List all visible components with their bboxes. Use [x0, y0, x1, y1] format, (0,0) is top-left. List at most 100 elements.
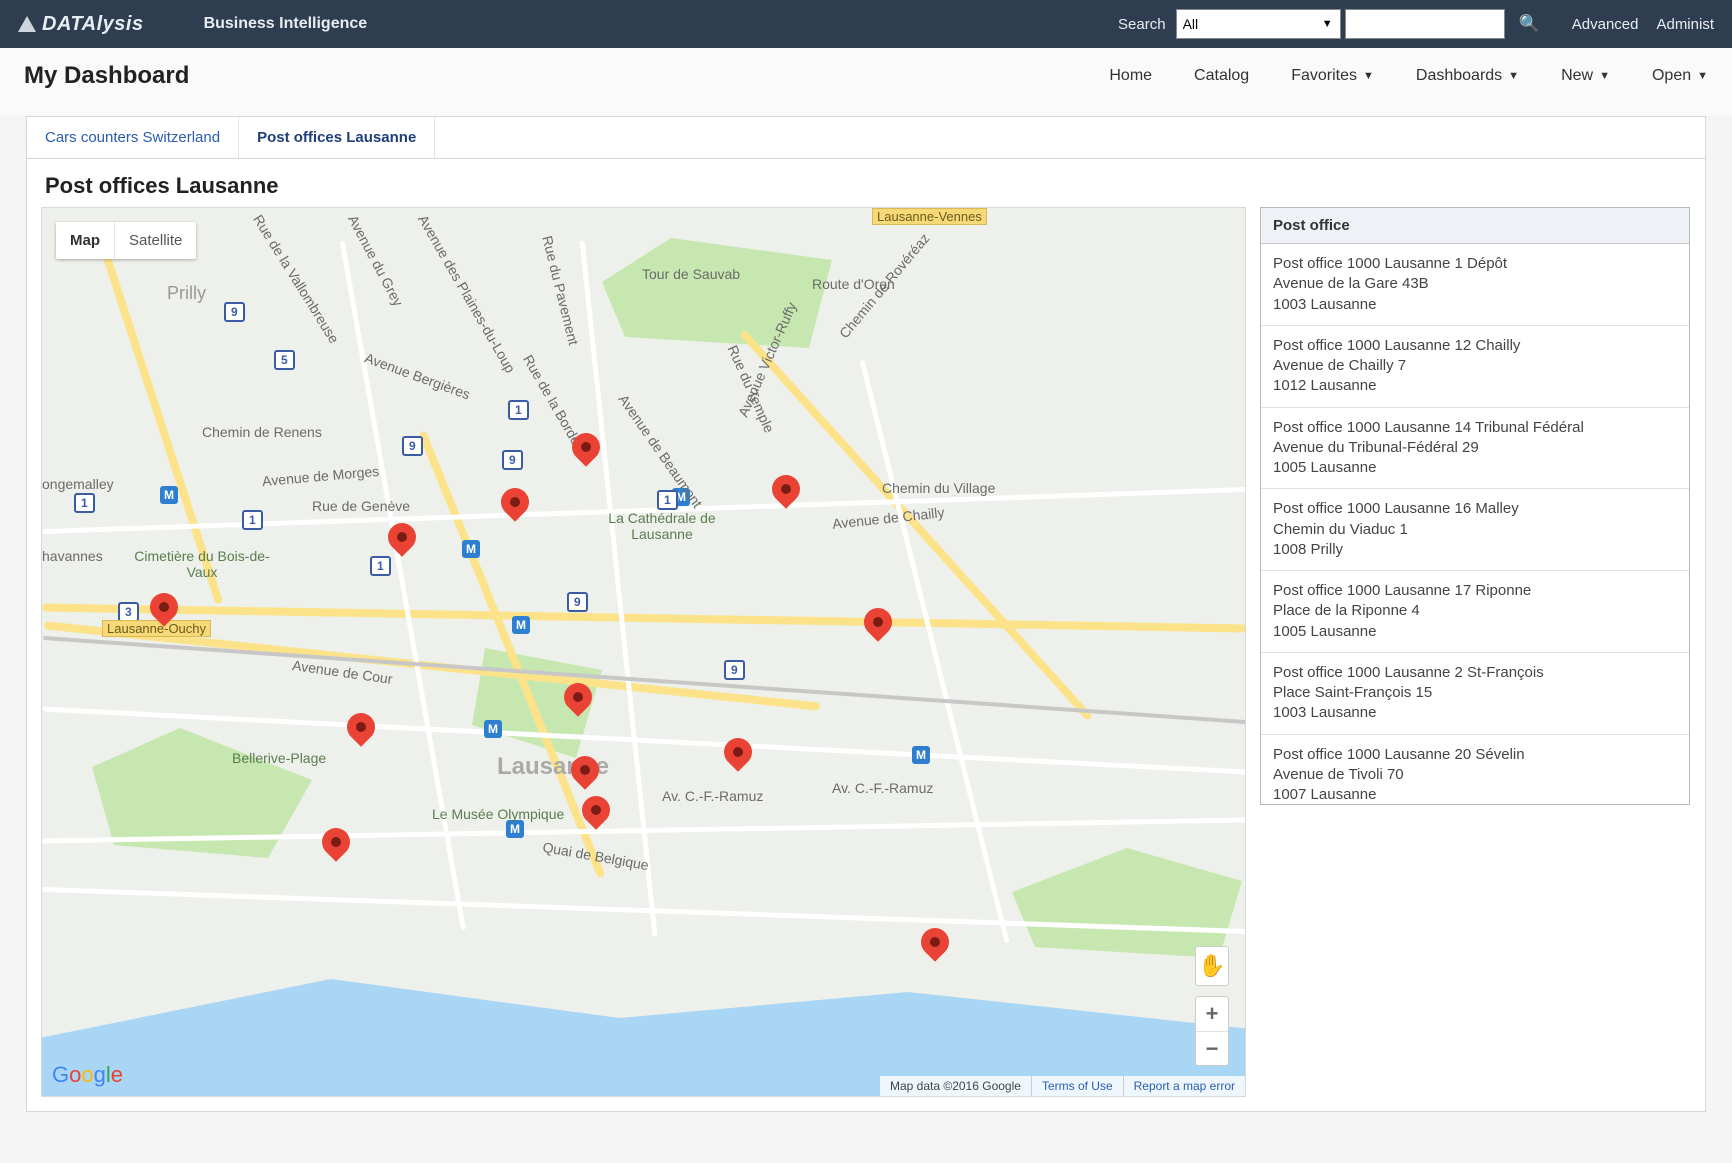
road-av-plaines: Avenue des Plaines-du-Loup: [415, 212, 519, 375]
map-pin[interactable]: [864, 608, 892, 650]
map-data-text: Map data ©2016 Google: [880, 1076, 1031, 1096]
map-pin[interactable]: [772, 475, 800, 517]
highway-shield: 9: [567, 592, 588, 612]
road-av-chailly: Avenue de Chailly: [831, 504, 945, 532]
road: [739, 329, 1093, 721]
po-city: 1007 Lausanne: [1273, 785, 1677, 804]
po-street: Avenue de la Gare 43B: [1273, 274, 1677, 294]
map-pin[interactable]: [150, 593, 178, 635]
poi-cimetiere: Cimetière du Bois-de-Vaux: [132, 548, 272, 580]
tab-post-offices[interactable]: Post offices Lausanne: [239, 117, 435, 158]
highway-shield: 1: [74, 493, 95, 513]
search-icon[interactable]: 🔍: [1519, 14, 1540, 34]
map-pin[interactable]: [501, 488, 529, 530]
nav-open[interactable]: Open▼: [1652, 67, 1708, 85]
highway-shield: 9: [502, 450, 523, 470]
list-item[interactable]: Post office 1000 Lausanne 1 DépôtAvenue …: [1261, 244, 1689, 326]
map-pin[interactable]: [572, 433, 600, 475]
metro-icon: [160, 486, 178, 504]
pegman-icon[interactable]: ✋: [1195, 946, 1229, 986]
po-name: Post office 1000 Lausanne 12 Chailly: [1273, 336, 1677, 356]
nav-favorites[interactable]: Favorites▼: [1291, 67, 1374, 85]
map-pin[interactable]: [921, 928, 949, 970]
administration-link[interactable]: Administ: [1656, 16, 1714, 33]
road-rue-geneve: Rue de Genève: [312, 498, 410, 514]
road: [42, 603, 1246, 632]
map-pin[interactable]: [564, 683, 592, 725]
dashboard-tabs: Cars counters Switzerland Post offices L…: [26, 116, 1706, 158]
map-pin[interactable]: [388, 523, 416, 565]
road-cf-ramuz-2: Av. C.-F.-Ramuz: [832, 780, 933, 796]
list-item[interactable]: Post office 1000 Lausanne 2 St-FrançoisP…: [1261, 653, 1689, 735]
po-street: Place Saint-François 15: [1273, 683, 1677, 703]
nav-label: Dashboards: [1416, 67, 1502, 85]
map-type-satellite[interactable]: Satellite: [114, 222, 196, 259]
panel-title: Post offices Lausanne: [45, 173, 1691, 199]
road-ch-village: Chemin du Village: [882, 480, 995, 496]
poi-bellerive: Bellerive-Plage: [232, 750, 326, 766]
nav-home[interactable]: Home: [1109, 67, 1152, 85]
caret-down-icon: ▼: [1363, 70, 1374, 82]
search-label: Search: [1118, 16, 1166, 33]
metro-icon: [506, 820, 524, 838]
list-header: Post office: [1261, 208, 1689, 244]
po-name: Post office 1000 Lausanne 17 Riponne: [1273, 581, 1677, 601]
po-name: Post office 1000 Lausanne 16 Malley: [1273, 499, 1677, 519]
highway-lausanne-vennes: Lausanne-Vennes: [872, 208, 987, 225]
highway-shield: 5: [274, 350, 295, 370]
map-pin[interactable]: [724, 738, 752, 780]
road-ch-renens: Chemin de Renens: [202, 424, 322, 440]
secondary-nav: My Dashboard Home Catalog Favorites▼ Das…: [0, 48, 1732, 116]
triangle-icon: [18, 16, 36, 32]
road: [860, 360, 1010, 943]
list-item[interactable]: Post office 1000 Lausanne 12 ChaillyAven…: [1261, 326, 1689, 408]
map-pin[interactable]: [322, 828, 350, 870]
park: [602, 238, 832, 348]
map-type-map[interactable]: Map: [56, 222, 114, 259]
search-scope-select[interactable]: All: [1176, 9, 1341, 39]
nav-label: New: [1561, 67, 1593, 85]
caret-down-icon: ▼: [1599, 70, 1610, 82]
list-item[interactable]: Post office 1000 Lausanne 17 RiponnePlac…: [1261, 571, 1689, 653]
road-r-pavement: Rue du Pavement: [539, 234, 582, 347]
caret-down-icon: ▼: [1697, 70, 1708, 82]
nav-catalog[interactable]: Catalog: [1194, 67, 1249, 85]
zoom-in-button[interactable]: +: [1196, 997, 1228, 1031]
terms-link[interactable]: Terms of Use: [1042, 1079, 1113, 1093]
nav-new[interactable]: New ▼: [1561, 67, 1610, 85]
zoom-control: + −: [1195, 996, 1229, 1066]
po-street: Chemin du Viaduc 1: [1273, 520, 1677, 540]
po-street: Avenue du Tribunal-Fédéral 29: [1273, 438, 1677, 458]
zoom-out-button[interactable]: −: [1196, 1031, 1228, 1065]
map-pin[interactable]: [582, 796, 610, 838]
highway-shield: 9: [724, 660, 745, 680]
road-r-vallombreuse: Rue de la Vallombreuse: [250, 212, 342, 346]
po-name: Post office 1000 Lausanne 20 Sévelin: [1273, 745, 1677, 765]
po-city: 1005 Lausanne: [1273, 458, 1677, 478]
map-canvas[interactable]: Map Satellite Lausanne Prilly Tour de Sa…: [41, 207, 1246, 1097]
map-pin[interactable]: [347, 713, 375, 755]
brand-logo[interactable]: DATAlysis: [18, 13, 144, 36]
po-street: Avenue de Tivoli 70: [1273, 765, 1677, 785]
rail: [43, 636, 1245, 724]
page-title: My Dashboard: [24, 62, 189, 90]
list-item[interactable]: Post office 1000 Lausanne 16 MalleyChemi…: [1261, 489, 1689, 571]
po-street: Avenue de Chailly 7: [1273, 356, 1677, 376]
map-pin[interactable]: [571, 756, 599, 798]
po-city: 1003 Lausanne: [1273, 295, 1677, 315]
list-body[interactable]: Post office 1000 Lausanne 1 DépôtAvenue …: [1261, 244, 1689, 804]
report-error-link[interactable]: Report a map error: [1134, 1079, 1235, 1093]
search-input[interactable]: [1345, 9, 1505, 39]
poi-tour-sauvab: Tour de Sauvab: [642, 266, 740, 282]
po-city: 1012 Lausanne: [1273, 376, 1677, 396]
po-name: Post office 1000 Lausanne 1 Dépôt: [1273, 254, 1677, 274]
metro-icon: [512, 616, 530, 634]
advanced-link[interactable]: Advanced: [1572, 16, 1639, 33]
list-item[interactable]: Post office 1000 Lausanne 14 Tribunal Fé…: [1261, 408, 1689, 490]
po-city: 1008 Prilly: [1273, 540, 1677, 560]
nav-dashboards[interactable]: Dashboards▼: [1416, 67, 1519, 85]
metro-icon: [462, 540, 480, 558]
tab-cars-counters[interactable]: Cars counters Switzerland: [27, 117, 239, 158]
highway-shield: 1: [242, 510, 263, 530]
list-item[interactable]: Post office 1000 Lausanne 20 SévelinAven…: [1261, 735, 1689, 805]
